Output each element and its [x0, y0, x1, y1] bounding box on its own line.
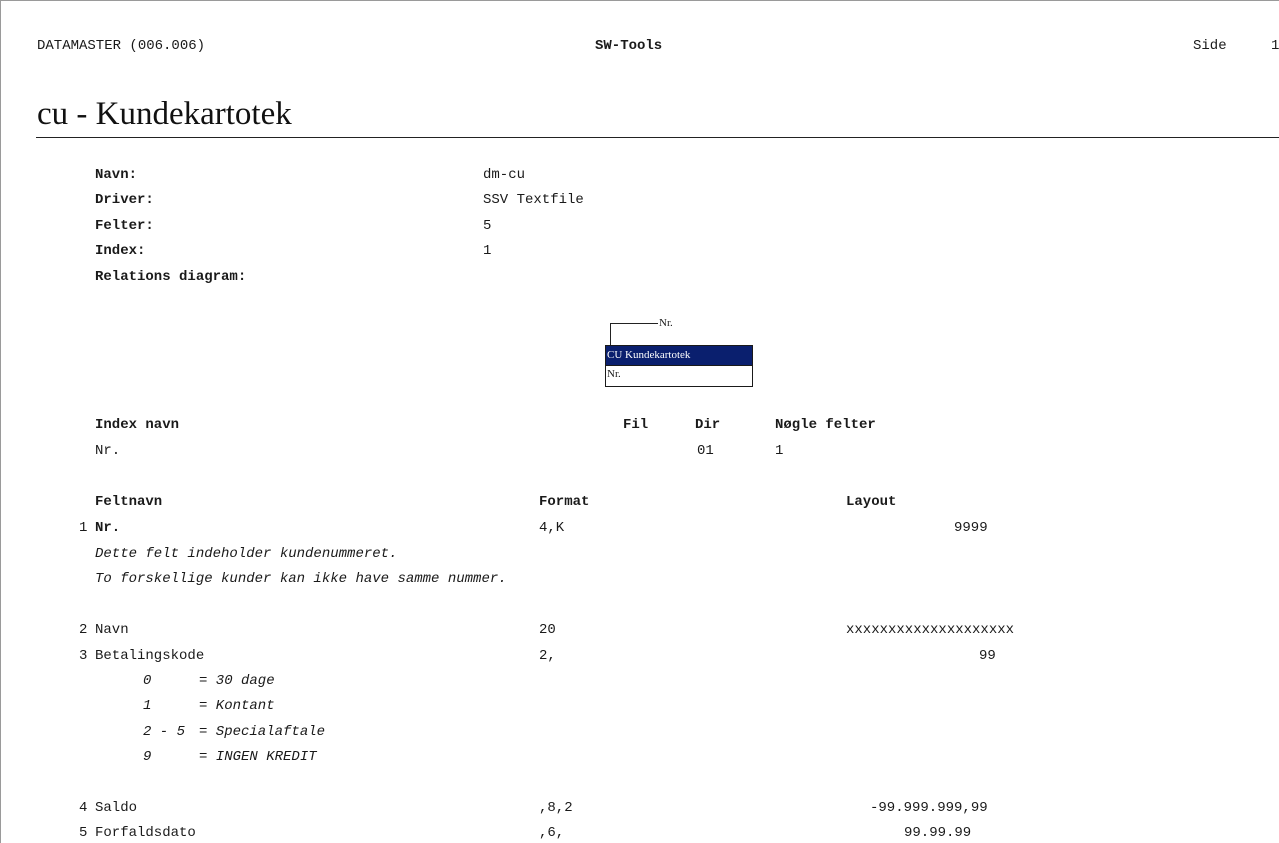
code-description: = Specialaftale	[199, 724, 326, 740]
field-row-name: Saldo	[95, 800, 138, 816]
field-row-number: 4	[79, 800, 88, 816]
field-row-name: Betalingskode	[95, 648, 205, 664]
info-value-navn: dm-cu	[483, 167, 526, 183]
field-note: Dette felt indeholder kundenummeret.	[95, 546, 398, 562]
field-row-layout: -99.999.999,99	[870, 800, 988, 816]
diagram-connector-horizontal	[610, 323, 658, 324]
page-border-top	[0, 0, 1279, 1]
info-value-index: 1	[483, 243, 492, 259]
field-note: To forskellige kunder kan ikke have samm…	[95, 571, 507, 587]
code-value: 2 - 5	[143, 724, 186, 740]
field-row-format: 4,K	[539, 520, 565, 536]
field-row-number: 5	[79, 825, 88, 841]
code-value: 1	[143, 698, 152, 714]
code-description: = 30 dage	[199, 673, 275, 689]
field-row-layout: 99.99.99	[904, 825, 972, 841]
header-center: SW-Tools	[595, 38, 663, 54]
index-header-fil: Fil	[623, 417, 649, 433]
index-row-name: Nr.	[95, 443, 121, 459]
code-value: 9	[143, 749, 152, 765]
title-divider	[36, 137, 1279, 138]
code-description: = Kontant	[199, 698, 275, 714]
code-value: 0	[143, 673, 152, 689]
diagram-box-divider	[606, 365, 752, 366]
field-header-layout: Layout	[846, 494, 897, 510]
field-row-format: ,6,	[539, 825, 565, 841]
page-label: Side	[1193, 38, 1227, 54]
field-row-number: 2	[79, 622, 88, 638]
page-number: 1	[1271, 38, 1279, 54]
diagram-connector-vertical	[610, 323, 611, 345]
info-label-driver: Driver:	[95, 192, 154, 208]
diagram-table-name: CU Kundekartotek	[606, 346, 752, 365]
code-description: = INGEN KREDIT	[199, 749, 317, 765]
info-label-navn: Navn:	[95, 167, 138, 183]
diagram-key-label: Nr.	[659, 317, 673, 329]
page-title: cu - Kundekartotek	[37, 96, 292, 132]
field-row-name: Navn	[95, 622, 129, 638]
index-header-keys: Nøgle felter	[775, 417, 876, 433]
field-row-layout: xxxxxxxxxxxxxxxxxxxx	[846, 622, 1015, 638]
field-row-layout: 9999	[954, 520, 988, 536]
field-row-number: 3	[79, 648, 88, 664]
field-row-name: Forfaldsdato	[95, 825, 196, 841]
info-label-index: Index:	[95, 243, 146, 259]
field-row-number: 1	[79, 520, 88, 536]
field-row-name: Nr.	[95, 520, 121, 536]
index-header-dir: Dir	[695, 417, 721, 433]
diagram-table-box: CU Kundekartotek Nr.	[605, 345, 753, 387]
index-row-dir: 01	[697, 443, 714, 459]
page-border-left	[0, 0, 1, 843]
field-header-format: Format	[539, 494, 590, 510]
info-value-felter: 5	[483, 218, 492, 234]
field-row-format: 20	[539, 622, 556, 638]
field-row-format: 2,	[539, 648, 556, 664]
field-row-layout: 99	[979, 648, 996, 664]
info-label-relations: Relations diagram:	[95, 269, 247, 285]
field-row-format: ,8,2	[539, 800, 573, 816]
relations-diagram: Nr. CU Kundekartotek Nr.	[605, 317, 755, 388]
diagram-table-field: Nr.	[607, 368, 621, 380]
header-left: DATAMASTER (006.006)	[37, 38, 206, 54]
info-label-felter: Felter:	[95, 218, 154, 234]
field-header-name: Feltnavn	[95, 494, 163, 510]
index-header-name: Index navn	[95, 417, 180, 433]
index-row-keys: 1	[775, 443, 784, 459]
info-value-driver: SSV Textfile	[483, 192, 584, 208]
